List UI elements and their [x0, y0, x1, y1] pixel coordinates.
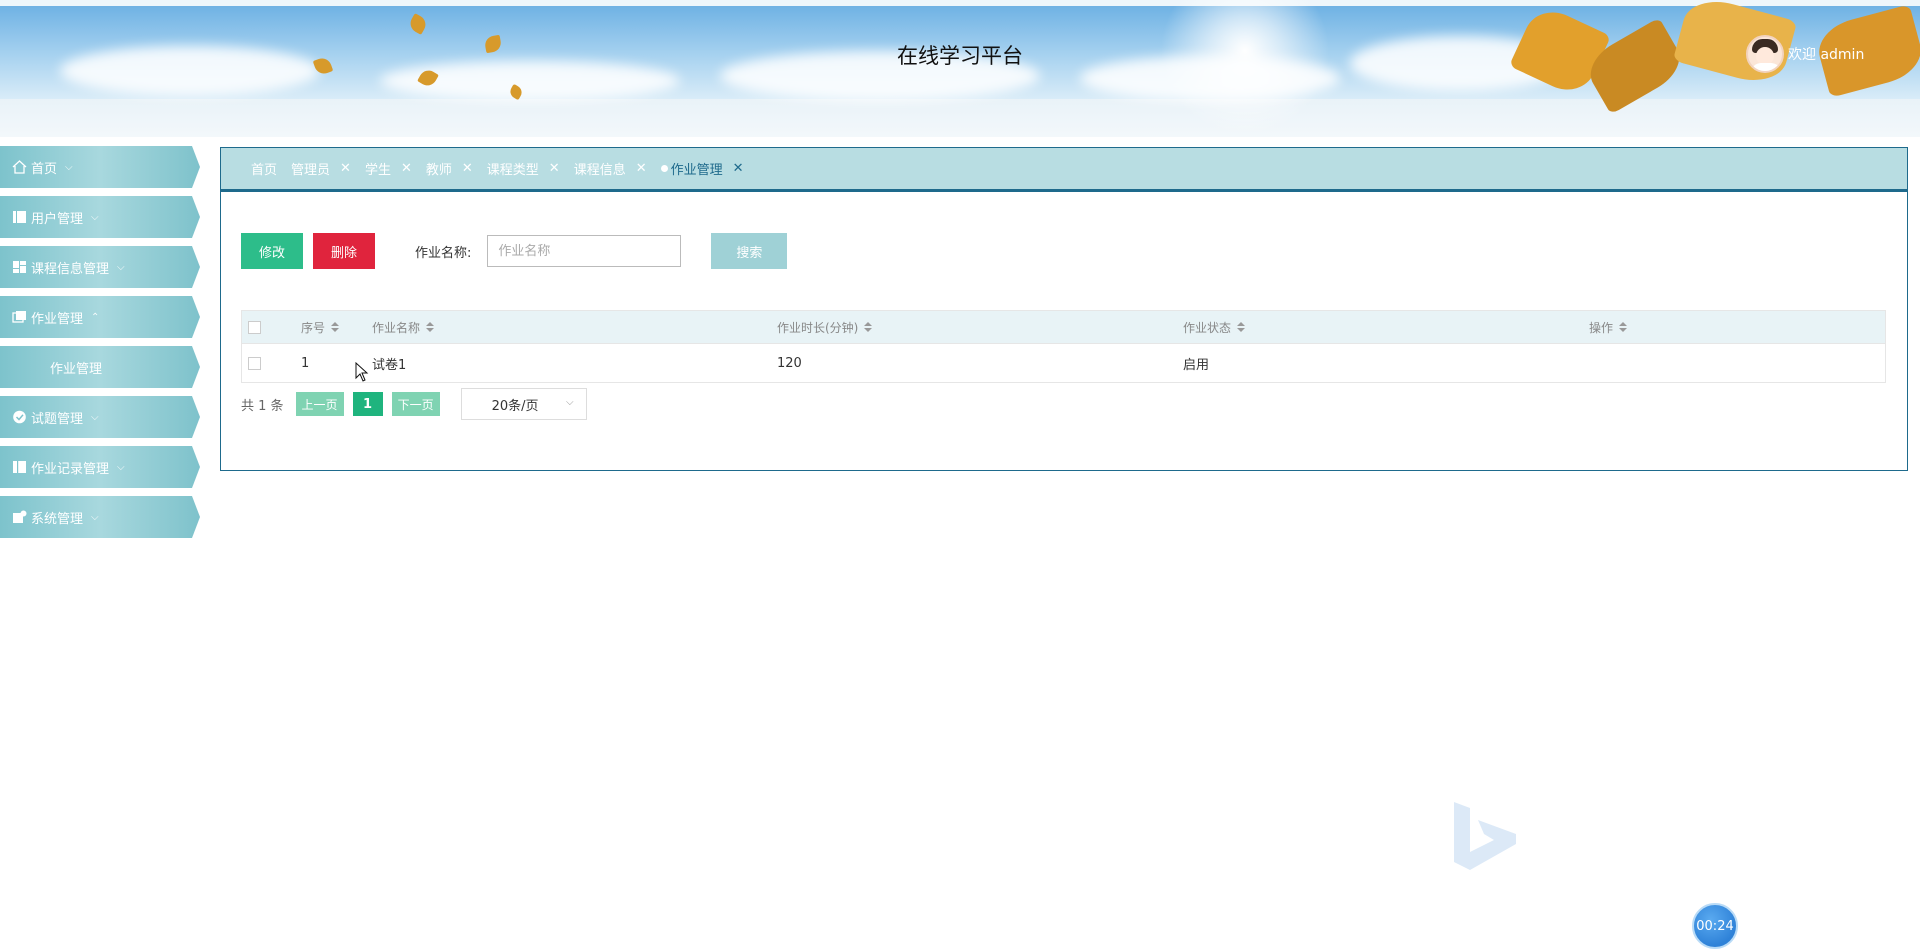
edit-button[interactable]: 修改: [241, 233, 303, 269]
sidebar-item-course-info[interactable]: 课程信息管理 ⌵: [0, 246, 200, 288]
cell-status: 启用: [1183, 357, 1210, 373]
tab-course-type[interactable]: 课程类型 ✕: [487, 159, 560, 178]
tab-label: 课程信息: [573, 163, 626, 178]
delete-button[interactable]: 删除: [313, 233, 375, 269]
sidebar-item-label: 首页: [31, 161, 58, 177]
sidebar-item-label: 试题管理: [31, 411, 84, 427]
sidebar-item-system[interactable]: 系统管理 ⌵: [0, 496, 200, 538]
tab-label: 首页: [251, 163, 278, 178]
sort-icon[interactable]: [864, 322, 873, 332]
chevron-down-icon: ⌵: [65, 161, 73, 173]
tab-home[interactable]: 首页: [251, 159, 277, 178]
page-size-value: 20条/页: [491, 398, 539, 414]
home-icon: [12, 160, 27, 174]
sort-icon[interactable]: [426, 322, 435, 332]
sidebar-item-label: 课程信息管理: [31, 261, 110, 277]
chevron-down-icon: ⌵: [91, 411, 99, 423]
sidebar-item-label: 用户管理: [31, 211, 84, 227]
chevron-down-icon: ⌵: [91, 211, 99, 223]
sidebar-item-questions[interactable]: 试题管理 ⌵: [0, 396, 200, 438]
tab-teacher[interactable]: 教师 ✕: [426, 159, 473, 178]
bing-logo-icon: [1450, 800, 1522, 876]
tab-student[interactable]: 学生 ✕: [365, 159, 412, 178]
settings-doc-icon: [12, 510, 27, 524]
column-header-index[interactable]: 序号: [301, 319, 372, 336]
close-icon[interactable]: ✕: [401, 161, 412, 176]
app-title: 在线学习平台: [897, 44, 1023, 68]
tab-admin[interactable]: 管理员 ✕: [291, 159, 351, 178]
data-table: 序号 作业名称 作业时长(分钟) 作业状态 操作 1 试卷1 120 启用: [241, 310, 1886, 383]
pagination: 共 1 条 上一页 1 下一页 20条/页 ⌵: [241, 388, 587, 420]
tab-label: 课程类型: [486, 163, 539, 178]
sidebar-item-users[interactable]: 用户管理 ⌵: [0, 196, 200, 238]
sidebar-item-home[interactable]: 首页 ⌵: [0, 146, 200, 188]
sidebar-item-homework-records[interactable]: 作业记录管理 ⌵: [0, 446, 200, 488]
select-all-checkbox[interactable]: [248, 320, 261, 334]
leaf-decoration: [407, 13, 429, 35]
sort-icon[interactable]: [331, 322, 340, 332]
user-menu[interactable]: 欢迎 admin: [1746, 34, 1864, 74]
sidebar-item-label: 系统管理: [31, 511, 84, 527]
grid-icon: [12, 260, 27, 274]
sidebar-item-label: 作业记录管理: [31, 461, 110, 477]
sidebar-item-homework[interactable]: 作业管理 ⌃: [0, 296, 200, 338]
book-icon: [12, 460, 27, 474]
user-table-icon: [12, 210, 27, 224]
sidebar: 首页 ⌵ 用户管理 ⌵ 课程信息管理 ⌵ 作业管理 ⌃ 作业管理 试题管理 ⌵: [0, 146, 200, 546]
cell-name: 试卷1: [372, 357, 407, 373]
page-number-button[interactable]: 1: [352, 392, 383, 416]
total-count: 共 1 条: [241, 398, 284, 414]
tab-course-info[interactable]: 课程信息 ✕: [574, 159, 647, 178]
search-label: 作业名称:: [415, 245, 472, 261]
column-header-action[interactable]: 操作: [1589, 319, 1869, 336]
welcome-text: 欢迎 admin: [1788, 47, 1865, 63]
page-size-select[interactable]: 20条/页 ⌵: [460, 388, 587, 420]
tab-label: 管理员: [291, 163, 331, 178]
tab-label: 学生: [364, 163, 391, 178]
chevron-down-icon: ⌵: [117, 261, 125, 273]
recording-timer-badge[interactable]: 00:24: [1692, 903, 1738, 949]
column-header-duration[interactable]: 作业时长(分钟): [777, 319, 1183, 336]
close-icon[interactable]: ✕: [636, 161, 647, 176]
table-row[interactable]: 1 试卷1 120 启用: [242, 344, 1885, 382]
column-header-status[interactable]: 作业状态: [1183, 319, 1589, 336]
close-icon[interactable]: ✕: [733, 161, 744, 176]
close-icon[interactable]: ✕: [340, 161, 351, 176]
sidebar-subitem-homework-manage[interactable]: 作业管理: [0, 346, 200, 388]
row-checkbox[interactable]: [248, 356, 261, 370]
close-icon[interactable]: ✕: [549, 161, 560, 176]
tab-homework-manage[interactable]: 作业管理 ✕: [661, 159, 744, 178]
tab-label: 教师: [425, 163, 452, 178]
column-header-name[interactable]: 作业名称: [372, 319, 777, 336]
sidebar-item-label: 作业管理: [31, 311, 84, 327]
chevron-up-icon: ⌃: [91, 311, 100, 323]
avatar[interactable]: [1746, 35, 1784, 73]
close-icon[interactable]: ✕: [462, 161, 473, 176]
search-button[interactable]: 搜索: [711, 233, 788, 269]
tab-label: 作业管理: [670, 163, 723, 178]
folder-icon: [12, 310, 27, 324]
next-page-button[interactable]: 下一页: [391, 392, 440, 416]
cell-duration: 120: [777, 355, 802, 371]
prev-page-button[interactable]: 上一页: [295, 392, 344, 416]
check-circle-icon: [12, 410, 27, 424]
main-panel: 首页 管理员 ✕ 学生 ✕ 教师 ✕ 课程类型 ✕ 课程信息 ✕ 作业管理 ✕ …: [220, 147, 1908, 471]
sort-icon[interactable]: [1619, 322, 1628, 332]
chevron-down-icon: ⌵: [91, 511, 99, 523]
chevron-down-icon: ⌵: [565, 397, 574, 408]
toolbar: 修改 删除 作业名称: 搜索: [241, 232, 788, 270]
sort-icon[interactable]: [1237, 322, 1246, 332]
tab-bar: 首页 管理员 ✕ 学生 ✕ 教师 ✕ 课程类型 ✕ 课程信息 ✕ 作业管理 ✕: [221, 148, 1907, 192]
search-input[interactable]: [487, 235, 682, 267]
app-header: 在线学习平台 欢迎 admin: [0, 0, 1920, 137]
table-header: 序号 作业名称 作业时长(分钟) 作业状态 操作: [242, 311, 1885, 344]
chevron-down-icon: ⌵: [117, 461, 125, 473]
sidebar-subitem-label: 作业管理: [50, 361, 103, 377]
